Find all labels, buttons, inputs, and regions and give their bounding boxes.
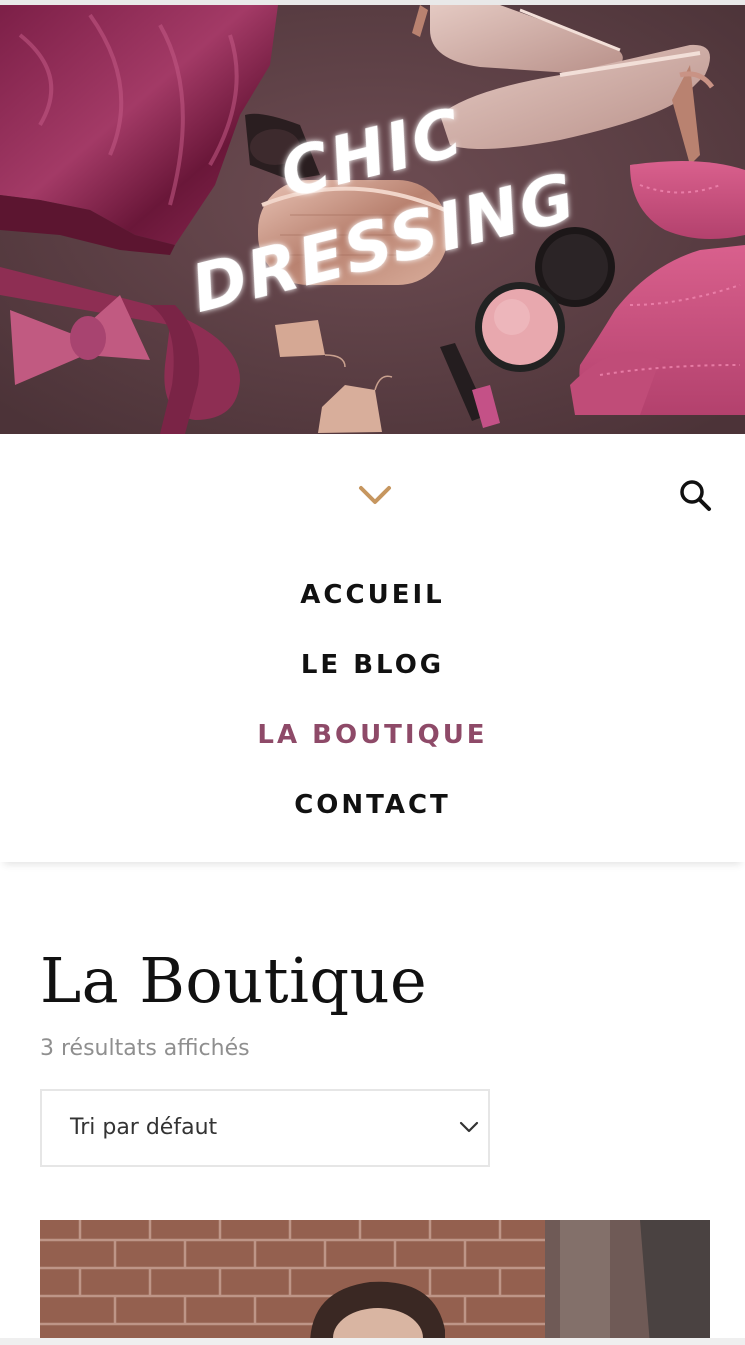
nav-item-contact[interactable]: CONTACT <box>0 770 745 840</box>
page: CHIC DRESSING ACCUEIL LE BLOG LA BOUTIQU… <box>0 0 745 1345</box>
bottom-divider <box>0 1338 745 1345</box>
chevron-down-icon <box>459 1121 479 1133</box>
nav-item-accueil[interactable]: ACCUEIL <box>0 560 745 630</box>
main-menu: ACCUEIL LE BLOG LA BOUTIQUE CONTACT <box>0 560 745 840</box>
menu-toggle-button[interactable] <box>356 479 394 513</box>
search-icon <box>680 480 711 511</box>
result-count: 3 résultats affichés <box>40 1036 250 1061</box>
nav-item-le-blog[interactable]: LE BLOG <box>0 630 745 700</box>
page-title: La Boutique <box>40 944 428 1017</box>
nav-item-la-boutique[interactable]: LA BOUTIQUE <box>0 700 745 770</box>
search-button[interactable] <box>676 476 714 514</box>
sort-selected-value: Tri par défaut <box>70 1115 218 1140</box>
sort-select[interactable]: Tri par défaut <box>40 1089 490 1167</box>
product-image[interactable] <box>40 1220 710 1345</box>
header-banner[interactable]: CHIC DRESSING <box>0 5 745 434</box>
chevron-down-icon <box>359 486 391 504</box>
